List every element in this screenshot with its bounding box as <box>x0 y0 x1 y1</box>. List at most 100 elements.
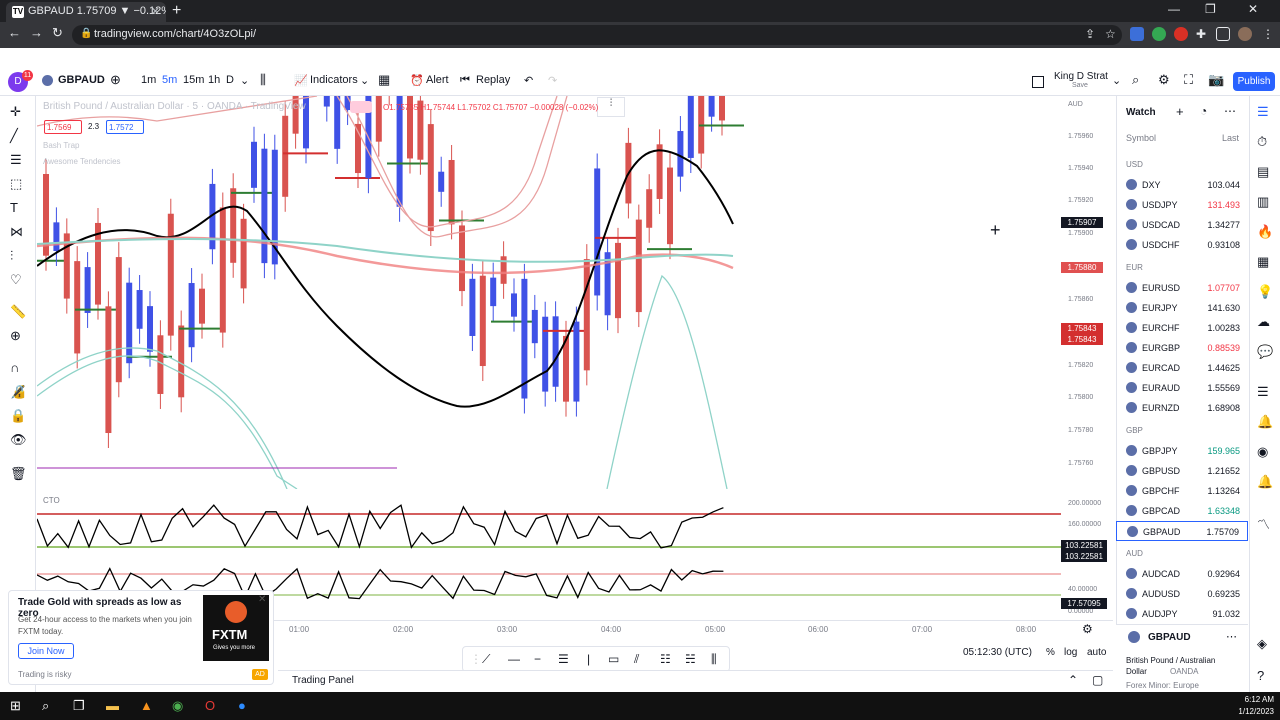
log-scale-toggle[interactable]: log <box>1064 647 1077 658</box>
streams-icon[interactable]: ☁ <box>1257 314 1270 330</box>
watchlist-section-header[interactable]: AUD <box>1126 549 1143 558</box>
watchlist-row[interactable]: GBPCAD 1.63348 <box>1116 501 1248 521</box>
utc-clock[interactable]: 05:12:30 (UTC) <box>963 647 1032 658</box>
watchlist-section-header[interactable]: EUR <box>1126 263 1143 272</box>
pitchfork-icon[interactable]: ☵ <box>685 652 696 666</box>
interval-15m[interactable]: 15m <box>183 74 204 86</box>
watchlist-row[interactable]: GBPCHF 1.13264 <box>1116 481 1248 501</box>
zoom-in-icon[interactable]: ⊕ <box>10 328 21 344</box>
layout-save-label[interactable]: Save <box>1072 82 1088 89</box>
trendline-tool-icon[interactable]: ╱ <box>10 128 18 144</box>
layers-icon[interactable]: ◈ <box>1257 636 1267 652</box>
trend-line-icon[interactable]: ⟋ <box>482 652 490 667</box>
watchlist-row[interactable]: AUDJPY 91.032 <box>1116 604 1248 624</box>
indicators-button[interactable]: Indicators <box>310 74 358 86</box>
layout-dropdown-icon[interactable]: ⌄ <box>1112 74 1121 87</box>
interval-1m[interactable]: 1m <box>141 74 156 86</box>
watchlist-row[interactable]: EURGBP 0.88539 <box>1116 338 1248 358</box>
bell-icon[interactable]: 🔔 <box>1257 474 1273 490</box>
snapshot-camera-icon[interactable]: 📷 <box>1208 72 1224 88</box>
compare-add-icon[interactable]: ⊕ <box>110 72 121 88</box>
maximize-panel-icon[interactable]: ▢ <box>1092 673 1103 687</box>
price-axis[interactable] <box>1061 96 1113 646</box>
ad-join-button[interactable]: Join Now <box>18 643 74 659</box>
watchlist-row[interactable]: USDJPY 131.493 <box>1116 195 1248 215</box>
interval-5m[interactable]: 5m <box>162 74 177 86</box>
sell-price-box[interactable]: 1.7569 <box>44 120 82 134</box>
fullscreen-icon[interactable]: ⛶ <box>1184 72 1193 88</box>
back-icon[interactable]: ← <box>8 25 21 40</box>
interval-d[interactable]: D <box>226 74 234 86</box>
restore-icon[interactable]: ❐ <box>1205 2 1216 16</box>
data-window-icon[interactable]: ▤ <box>1257 164 1269 180</box>
symbol-search-button[interactable]: GBPAUD <box>58 74 105 86</box>
alerts-clock-icon[interactable]: ⏱ <box>1257 134 1267 150</box>
watchlist-row[interactable]: AUDUSD 0.69235 <box>1116 584 1248 604</box>
layout-name[interactable]: King D Strat <box>1054 71 1108 82</box>
ruler-icon[interactable]: 📏 <box>10 304 26 320</box>
ideas-bulb-icon[interactable]: 💡 <box>1257 284 1273 300</box>
trash-icon[interactable]: 🗑 <box>10 466 27 482</box>
watchlist-settings-icon[interactable]: ◔ <box>1200 104 1207 118</box>
watchlist-row[interactable]: EURCAD 1.44625 <box>1116 358 1248 378</box>
fib-retracement-icon[interactable]: ☷ <box>660 652 671 666</box>
task-view-icon[interactable]: ❐ <box>73 698 85 714</box>
opera-icon[interactable]: O <box>205 698 215 713</box>
interval-dropdown-icon[interactable]: ⌄ <box>240 74 249 87</box>
search-icon[interactable]: ⌕ <box>1132 72 1139 88</box>
publish-button[interactable]: Publish <box>1233 72 1275 91</box>
fib-channel-icon[interactable]: ⫽ <box>634 652 639 667</box>
file-explorer-icon[interactable]: ▬ <box>106 698 119 713</box>
alert-button[interactable]: Alert <box>426 74 449 86</box>
reload-icon[interactable]: ↻ <box>52 25 63 41</box>
hotlists-icon[interactable]: ▥ <box>1257 194 1269 210</box>
watchlist-row[interactable]: EURNZD 1.68908 <box>1116 398 1248 418</box>
watchlist-row[interactable]: AUDCAD 0.92964 <box>1116 564 1248 584</box>
chart-settings-gear-icon[interactable]: ⚙ <box>1082 622 1093 636</box>
ad-close-icon[interactable]: ✕ <box>258 594 266 605</box>
watchlist-row[interactable]: EURCHF 1.00283 <box>1116 318 1248 338</box>
url-field[interactable]: 🔒 tradingview.com/chart/4O3zOLpi/ <box>72 25 1122 45</box>
notifications-icon[interactable]: 🔔 <box>1257 414 1273 430</box>
projection-tool-icon[interactable]: ⋈ <box>10 224 23 240</box>
extension-red-icon[interactable] <box>1174 27 1188 41</box>
undo-icon[interactable]: ↶ <box>524 74 533 87</box>
browser-menu-icon[interactable]: ⋮ <box>1262 27 1274 41</box>
watchlist-row[interactable]: EURAUD 1.55569 <box>1116 378 1248 398</box>
column-symbol[interactable]: Symbol <box>1126 133 1156 143</box>
collapse-panel-icon[interactable]: ⌃ <box>1068 673 1078 687</box>
percent-scale-toggle[interactable]: % <box>1046 647 1055 658</box>
interval-1h[interactable]: 1h <box>208 74 220 86</box>
windows-start-icon[interactable]: ⊞ <box>10 698 21 714</box>
extension-icon[interactable] <box>1130 27 1144 41</box>
watchlist-section-header[interactable]: GBP <box>1126 426 1143 435</box>
new-tab-icon[interactable]: + <box>172 2 181 20</box>
watchlist-row[interactable]: DXY 103.044 <box>1116 175 1248 195</box>
pattern-tool-icon[interactable]: ⬚ <box>10 176 22 192</box>
object-tree-icon[interactable]: ⫶ <box>597 97 625 117</box>
magnet-icon[interactable]: ∩ <box>10 360 19 375</box>
watchlist-sidebar-icon[interactable]: ☰ <box>1257 104 1269 120</box>
redo-icon[interactable]: ↷ <box>548 74 557 87</box>
minimize-icon[interactable]: — <box>1168 2 1180 16</box>
share-icon[interactable]: ⇪ <box>1085 27 1099 41</box>
layouts-grid-icon[interactable]: ▦ <box>378 72 390 88</box>
watchlist-row[interactable]: USDCAD 1.34277 <box>1116 215 1248 235</box>
add-symbol-icon[interactable]: + <box>1176 104 1184 119</box>
forward-icon[interactable]: → <box>30 25 43 40</box>
lock-icon[interactable]: 🔒 <box>10 408 26 424</box>
watchlist-row[interactable]: EURUSD 1.07707 <box>1116 278 1248 298</box>
horizontal-line-icon[interactable]: − <box>534 652 541 666</box>
long-position-icon[interactable]: ⫼ <box>711 652 717 667</box>
auto-scale-toggle[interactable]: auto <box>1087 647 1106 658</box>
browser-tab[interactable]: TV GBPAUD 1.75709 ▼ −0.12% King✕ <box>6 2 166 22</box>
chats-icon[interactable]: ☰ <box>1257 384 1269 400</box>
trend-icon[interactable]: 〽 <box>1257 514 1270 533</box>
vlc-icon[interactable]: ▲ <box>140 698 153 713</box>
indicators-dropdown-icon[interactable]: ⌄ <box>360 74 369 87</box>
parallel-channel-icon[interactable]: ☰ <box>558 652 569 666</box>
watchlist-row[interactable]: USDCHF 0.93108 <box>1116 235 1248 255</box>
prediction-tool-icon[interactable]: ⫶ <box>10 248 13 264</box>
horizontal-ray-icon[interactable]: — <box>508 652 520 666</box>
text-tool-icon[interactable]: T <box>10 200 18 215</box>
